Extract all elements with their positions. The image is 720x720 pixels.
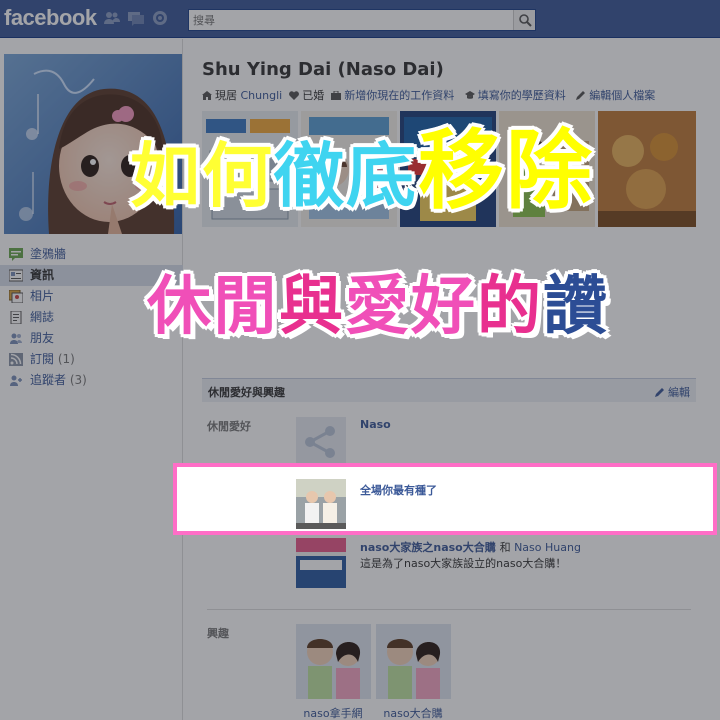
search-box[interactable] (188, 9, 536, 31)
headline-segment: 與 (279, 270, 345, 344)
interest-name[interactable]: naso大合購 (368, 705, 458, 720)
headline-segment: 徹底 (273, 135, 418, 217)
sidebar-item-followers[interactable]: 追蹤者 (3) (0, 370, 183, 391)
graduation-cap-icon (464, 91, 475, 99)
headline-segment: 的 (477, 270, 543, 344)
add-work-link[interactable]: 新增你現在的工作資料 (344, 89, 454, 102)
sidebar-item-label: 訂閱 (30, 352, 55, 366)
profile-info-line: 現居 Chungli 已婚 新增你現在的工作資料 填寫你的學歷資料 編輯個人檔案 (202, 87, 655, 103)
headline-line-2: 休閒與愛好的讚 (147, 275, 609, 339)
sidebar-item-count: (3) (69, 373, 87, 387)
sidebar-item-count: (1) (57, 352, 75, 366)
like-extra-person-link[interactable]: Naso Huang (514, 541, 581, 554)
heart-icon (289, 91, 300, 100)
search-input[interactable] (193, 13, 513, 28)
interests-label: 興趣 (207, 627, 229, 640)
photos-icon (9, 290, 23, 303)
notifications-icon[interactable] (151, 10, 169, 26)
sidebar-item-label: 資訊 (30, 268, 55, 282)
like-extra: 和 Naso Huang (500, 541, 581, 554)
page-placeholder-icon (296, 417, 346, 467)
like-name[interactable]: Naso (360, 418, 391, 431)
interest-thumbnail[interactable] (376, 624, 451, 699)
profile-name[interactable]: Shu Ying Dai (Naso Dai) (202, 59, 444, 80)
friends-icon (10, 333, 22, 344)
like-extra-and: 和 (499, 541, 511, 554)
interest-name[interactable]: naso拿手網 (288, 705, 378, 720)
cartoon-couple-image (376, 624, 451, 699)
photo-thumbnail[interactable] (598, 111, 696, 227)
like-name: naso大家族之naso大合購 和 Naso Huang (360, 539, 581, 555)
section-header: 休閒愛好與興趣 編輯 (202, 378, 696, 402)
divider (207, 609, 691, 610)
facebook-logo[interactable]: facebook (4, 5, 97, 31)
headline-segment: 讚 (543, 270, 609, 344)
lives-prefix: 現居 (215, 89, 237, 102)
subscriptions-icon (9, 353, 23, 366)
people-photo-image (296, 479, 346, 529)
activities-label: 休閒愛好 (207, 420, 251, 433)
notes-icon (10, 311, 22, 324)
sidebar-item-subscriptions[interactable]: 訂閱 (1) (0, 349, 183, 370)
messages-icon[interactable] (127, 10, 145, 26)
lives-city-link[interactable]: Chungli (241, 89, 283, 102)
info-icon (9, 269, 23, 282)
search-icon (519, 14, 532, 27)
followers-icon (10, 375, 22, 386)
relationship-status: 已婚 (302, 89, 325, 102)
sidebar-item-label: 相片 (30, 289, 55, 303)
search-button[interactable] (513, 10, 535, 30)
edit-label: 編輯 (668, 386, 690, 399)
add-education-link[interactable]: 填寫你的學歷資料 (478, 89, 566, 102)
like-thumbnail[interactable] (296, 479, 346, 529)
headline-segment: 如何 (129, 135, 274, 217)
sidebar-item-label: 朋友 (30, 331, 55, 345)
cartoon-couple-image (296, 624, 371, 699)
top-bar: facebook (0, 0, 720, 38)
briefcase-icon (331, 91, 342, 100)
interest-thumbnail[interactable] (296, 624, 371, 699)
like-name-link[interactable]: naso大家族之naso大合購 (360, 541, 496, 554)
section-edit-link[interactable]: 編輯 (654, 384, 690, 400)
like-thumbnail[interactable] (296, 538, 346, 588)
wall-icon (9, 248, 23, 261)
like-name[interactable]: 全場你最有種了 (360, 482, 437, 498)
edit-profile-link[interactable]: 編輯個人檔案 (589, 89, 655, 102)
like-description: 這是為了naso大家族設立的naso大合購！ (360, 557, 567, 570)
sidebar-item-label: 塗鴉牆 (30, 247, 67, 261)
section-title: 休閒愛好與興趣 (208, 386, 285, 399)
highlighted-like-row: 全場你最有種了 (173, 463, 717, 535)
naso-group-image (296, 538, 346, 588)
headline-segment: 愛好 (345, 270, 477, 344)
like-thumbnail[interactable] (296, 417, 346, 467)
headline-line-1: 如何徹底移除 (129, 121, 594, 221)
sidebar-item-label: 網誌 (30, 310, 55, 324)
friend-requests-icon[interactable] (103, 10, 121, 26)
sidebar-item-wall[interactable]: 塗鴉牆 (0, 244, 183, 265)
home-icon (202, 91, 212, 100)
sidebar-item-label: 追蹤者 (30, 373, 67, 387)
pencil-icon (576, 91, 586, 100)
pencil-icon (654, 388, 664, 397)
headline-segment: 移除 (417, 121, 594, 221)
headline-segment: 休閒 (147, 270, 279, 344)
